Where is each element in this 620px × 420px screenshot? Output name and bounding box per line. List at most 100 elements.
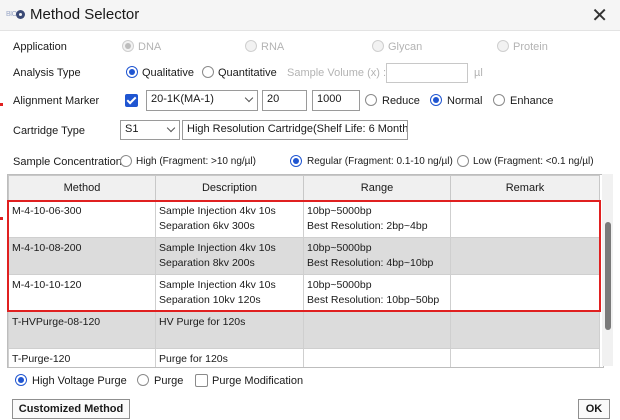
description-line: Separation 6kv 300s xyxy=(159,220,255,232)
concentration-high-label: High (Fragment: >10 ng/µl) xyxy=(136,156,256,167)
description-cell: Purge for 120s xyxy=(155,348,304,367)
sample-volume-label: Sample Volume (x) : xyxy=(287,67,387,79)
description-line: Sample Injection 4kv 10s xyxy=(159,279,276,291)
application-dna-radio xyxy=(122,40,134,52)
description-column-header[interactable]: Description xyxy=(155,175,304,201)
close-button[interactable]: ✕ xyxy=(591,3,608,28)
description-line: Sample Injection 4kv 10s xyxy=(159,205,276,217)
method-cell: M-4-10-06-300 xyxy=(8,200,156,238)
cartridge-type-dropdown[interactable]: S1 xyxy=(120,120,180,140)
analysis-type-row: Analysis Type Qualitative Quantitative S… xyxy=(0,62,620,86)
range-line: Best Resolution: 4bp~10bp xyxy=(307,257,434,269)
purge-row: High Voltage Purge Purge Purge Modificat… xyxy=(0,370,620,394)
remark-column-header[interactable]: Remark xyxy=(450,175,600,201)
reduce-radio[interactable] xyxy=(365,94,377,106)
scrollbar-thumb[interactable] xyxy=(605,222,611,330)
range-cell: 10bp~5000bp Best Resolution: 10bp~50bp xyxy=(303,274,451,312)
purge-modification-checkbox[interactable] xyxy=(195,374,208,387)
description-cell: HV Purge for 120s xyxy=(155,311,304,349)
alignment-marker-dropdown[interactable]: 20-1K(MA-1) xyxy=(146,90,258,111)
concentration-low-label: Low (Fragment: <0.1 ng/µl) xyxy=(473,156,594,167)
app-record-icon xyxy=(16,10,25,19)
description-cell: Sample Injection 4kv 10s Separation 10kv … xyxy=(155,274,304,312)
enhance-radio[interactable] xyxy=(493,94,505,106)
table-row[interactable]: M-4-10-08-200 Sample Injection 4kv 10s Se… xyxy=(8,237,600,275)
application-protein-radio xyxy=(497,40,509,52)
app-logo-icon: BIO xyxy=(6,11,17,18)
purge-modification-label: Purge Modification xyxy=(212,375,304,387)
sample-concentration-row: Sample Concentration High (Fragment: >10… xyxy=(0,150,620,174)
concentration-low-radio[interactable] xyxy=(457,155,469,167)
application-glycan-radio xyxy=(372,40,384,52)
cartridge-type-row: Cartridge Type S1 High Resolution Cartri… xyxy=(0,118,620,142)
remark-cell xyxy=(450,311,600,349)
alignment-low-input[interactable]: 20 xyxy=(262,90,307,111)
chevron-down-icon xyxy=(166,123,176,133)
table-row[interactable]: M-4-10-06-300 Sample Injection 4kv 10s Se… xyxy=(8,200,600,238)
sample-volume-input[interactable] xyxy=(386,63,468,83)
alignment-high-input[interactable]: 1000 xyxy=(312,90,360,111)
description-cell: Sample Injection 4kv 10s Separation 6kv 3… xyxy=(155,200,304,238)
remark-cell xyxy=(450,237,600,275)
concentration-regular-label: Regular (Fragment: 0.1-10 ng/µl) xyxy=(307,156,453,167)
enhance-label: Enhance xyxy=(510,95,554,107)
range-line: 10bp~5000bp xyxy=(307,205,372,217)
application-dna-label: DNA xyxy=(138,41,162,53)
method-cell: M-4-10-10-120 xyxy=(8,274,156,312)
high-voltage-purge-label: High Voltage Purge xyxy=(32,375,127,387)
description-line: Separation 10kv 120s xyxy=(159,294,261,306)
remark-cell xyxy=(450,274,600,312)
purge-radio[interactable] xyxy=(137,374,149,386)
method-cell: T-Purge-120 xyxy=(8,348,156,367)
customized-method-button[interactable]: Customized Method xyxy=(12,399,130,419)
range-column-header[interactable]: Range xyxy=(303,175,451,201)
application-rna-radio xyxy=(245,40,257,52)
cartridge-type-value: S1 xyxy=(125,123,139,135)
high-voltage-purge-radio[interactable] xyxy=(15,374,27,386)
analysis-type-label: Analysis Type xyxy=(13,67,81,79)
alignment-marker-row: Alignment Marker 20-1K(MA-1) 20 1000 Red… xyxy=(0,89,620,113)
description-line: Sample Injection 4kv 10s xyxy=(159,242,276,254)
cartridge-description: High Resolution Cartridge(Shelf Life: 6 … xyxy=(182,120,408,140)
title-bar: BIO Method Selector ✕ xyxy=(0,0,620,31)
qualitative-radio[interactable] xyxy=(126,66,138,78)
remark-cell xyxy=(450,200,600,238)
table-header-row: Method Description Range Remark xyxy=(8,175,600,201)
range-cell: 10bp~5000bp Best Resolution: 4bp~10bp xyxy=(303,237,451,275)
method-table: Method Description Range Remark M-4-10-0… xyxy=(7,174,604,368)
alignment-marker-value: 20-1K(MA-1) xyxy=(151,93,214,105)
range-line: 10bp~5000bp xyxy=(307,279,372,291)
range-cell xyxy=(303,311,451,349)
window-title: Method Selector xyxy=(30,6,140,23)
range-line: Best Resolution: 2bp~4bp xyxy=(307,220,428,232)
table-row[interactable]: M-4-10-10-120 Sample Injection 4kv 10s Se… xyxy=(8,274,600,312)
application-protein-label: Protein xyxy=(513,41,548,53)
sample-concentration-label: Sample Concentration xyxy=(13,156,122,168)
cartridge-type-label: Cartridge Type xyxy=(13,125,85,137)
concentration-high-radio[interactable] xyxy=(120,155,132,167)
method-cell: T-HVPurge-08-120 xyxy=(8,311,156,349)
quantitative-radio[interactable] xyxy=(202,66,214,78)
application-rna-label: RNA xyxy=(261,41,285,53)
alignment-marker-checkbox[interactable] xyxy=(125,94,138,107)
description-line: Separation 8kv 200s xyxy=(159,257,255,269)
reduce-label: Reduce xyxy=(382,95,420,107)
method-cell: M-4-10-08-200 xyxy=(8,237,156,275)
range-cell: 10bp~5000bp Best Resolution: 2bp~4bp xyxy=(303,200,451,238)
method-column-header[interactable]: Method xyxy=(8,175,156,201)
normal-radio[interactable] xyxy=(430,94,442,106)
table-scrollbar[interactable] xyxy=(602,174,613,366)
quantitative-label: Quantitative xyxy=(218,67,277,79)
purge-label: Purge xyxy=(154,375,184,387)
concentration-regular-radio[interactable] xyxy=(290,155,302,167)
range-line: 10bp~5000bp xyxy=(307,242,372,254)
ok-button[interactable]: OK xyxy=(578,399,610,419)
table-row[interactable]: T-HVPurge-08-120 HV Purge for 120s xyxy=(8,311,600,349)
application-label: Application xyxy=(13,41,67,53)
description-cell: Sample Injection 4kv 10s Separation 8kv 2… xyxy=(155,237,304,275)
range-cell xyxy=(303,348,451,367)
application-glycan-label: Glycan xyxy=(388,41,423,53)
table-row[interactable]: T-Purge-120 Purge for 120s xyxy=(8,348,600,367)
qualitative-label: Qualitative xyxy=(142,67,194,79)
normal-label: Normal xyxy=(447,95,483,107)
